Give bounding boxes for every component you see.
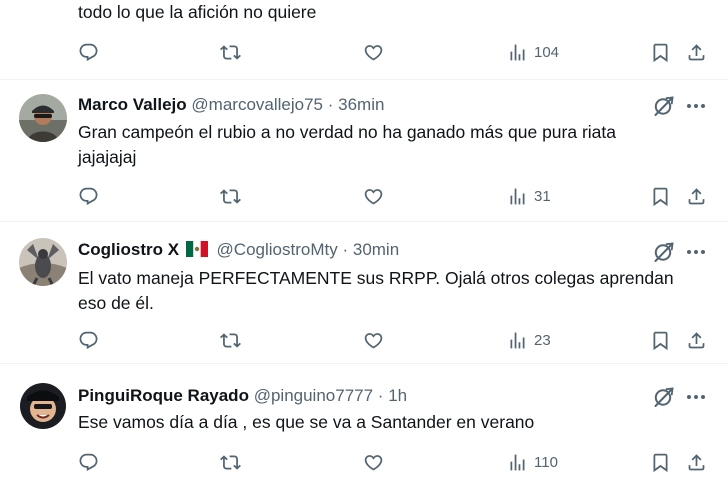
reply-icon — [78, 452, 99, 473]
more-icon — [684, 385, 708, 409]
bookmark-button[interactable] — [650, 328, 671, 352]
timeline: todo lo que la afición no quiere 104 Mar… — [0, 0, 728, 488]
views-button[interactable]: 31 — [507, 184, 551, 208]
author-name[interactable]: Marco Vallejo — [78, 95, 187, 114]
share-button[interactable] — [686, 184, 707, 208]
share-button[interactable] — [686, 328, 707, 352]
more-icon — [684, 240, 708, 264]
retweet-button[interactable] — [220, 450, 241, 474]
author-name[interactable]: Cogliostro X — [78, 240, 179, 259]
more-icon — [684, 94, 708, 118]
avatar[interactable] — [19, 94, 67, 142]
retweet-button[interactable] — [220, 184, 241, 208]
tweet-header: Cogliostro X @CogliostroMty · 30min — [78, 238, 644, 262]
avatar[interactable] — [19, 382, 67, 430]
author-handle[interactable]: @marcovallejo75 — [191, 95, 323, 114]
reply-icon — [78, 42, 99, 63]
author-handle[interactable]: @pinguino7777 — [254, 386, 373, 405]
bookmark-icon — [650, 330, 671, 351]
retweet-icon — [220, 42, 241, 63]
share-icon — [686, 42, 707, 63]
like-icon — [363, 330, 384, 351]
mexico-flag-icon — [185, 240, 208, 262]
tweet-top[interactable]: todo lo que la afición no quiere 104 — [0, 0, 728, 80]
reply-button[interactable] — [78, 450, 99, 474]
tweet-actions: 31 — [0, 184, 728, 208]
views-icon — [507, 186, 528, 207]
like-button[interactable] — [363, 40, 384, 64]
share-button[interactable] — [686, 40, 707, 64]
bookmark-button[interactable] — [650, 40, 671, 64]
views-count: 110 — [534, 453, 558, 471]
tweet-header: PinguiRoque Rayado @pinguino7777 · 1h — [78, 384, 644, 408]
retweet-button[interactable] — [220, 328, 241, 352]
views-icon — [507, 452, 528, 473]
like-icon — [363, 42, 384, 63]
share-icon — [686, 330, 707, 351]
tweet-actions: 110 — [0, 450, 728, 474]
reply-button[interactable] — [78, 40, 99, 64]
separator: · — [377, 386, 384, 405]
bookmark-icon — [650, 42, 671, 63]
grok-icon — [652, 385, 676, 409]
more-button[interactable] — [684, 385, 708, 409]
like-button[interactable] — [363, 184, 384, 208]
grok-icon — [652, 94, 676, 118]
reply-icon — [78, 186, 99, 207]
reply-button[interactable] — [78, 184, 99, 208]
reply-icon — [78, 330, 99, 351]
tweet-header: Marco Vallejo @marcovallejo75 · 36min — [78, 93, 644, 117]
separator: · — [327, 95, 334, 114]
separator: · — [342, 240, 349, 259]
views-button[interactable]: 23 — [507, 328, 551, 352]
views-icon — [507, 330, 528, 351]
like-button[interactable] — [363, 328, 384, 352]
share-icon — [686, 186, 707, 207]
views-button[interactable]: 110 — [507, 450, 558, 474]
author-name[interactable]: PinguiRoque Rayado — [78, 386, 249, 405]
views-button[interactable]: 104 — [507, 40, 559, 64]
like-button[interactable] — [363, 450, 384, 474]
tweet[interactable]: PinguiRoque Rayado @pinguino7777 · 1h Es… — [0, 364, 728, 488]
retweet-icon — [220, 186, 241, 207]
tweet-text: todo lo que la afición no quiere — [78, 2, 317, 22]
grok-icon — [652, 240, 676, 264]
grok-button[interactable] — [652, 94, 676, 118]
tweet-text: El vato maneja PERFECTAMENTE sus RRPP. O… — [78, 268, 674, 313]
avatar[interactable] — [19, 238, 67, 286]
timestamp[interactable]: 36min — [338, 95, 384, 114]
retweet-button[interactable] — [220, 40, 241, 64]
bookmark-button[interactable] — [650, 184, 671, 208]
like-icon — [363, 452, 384, 473]
like-icon — [363, 186, 384, 207]
share-icon — [686, 452, 707, 473]
share-button[interactable] — [686, 450, 707, 474]
tweet-text: Ese vamos día a día , es que se va a San… — [78, 412, 535, 432]
bookmark-icon — [650, 452, 671, 473]
timestamp[interactable]: 1h — [388, 386, 407, 405]
more-button[interactable] — [684, 240, 708, 264]
views-count: 23 — [534, 331, 551, 349]
bookmark-icon — [650, 186, 671, 207]
tweet[interactable]: Cogliostro X @CogliostroMty · 30min El v… — [0, 222, 728, 364]
more-button[interactable] — [684, 94, 708, 118]
bookmark-button[interactable] — [650, 450, 671, 474]
grok-button[interactable] — [652, 240, 676, 264]
retweet-icon — [220, 330, 241, 351]
views-icon — [507, 42, 528, 63]
retweet-icon — [220, 452, 241, 473]
tweet-actions: 104 — [0, 40, 728, 64]
tweet-text: Gran campeón el rubio a no verdad no ha … — [78, 122, 616, 167]
views-count: 31 — [534, 187, 551, 205]
author-handle[interactable]: @CogliostroMty — [217, 240, 338, 259]
tweet-actions: 23 — [0, 328, 728, 352]
timestamp[interactable]: 30min — [353, 240, 399, 259]
grok-button[interactable] — [652, 385, 676, 409]
tweet[interactable]: Marco Vallejo @marcovallejo75 · 36min Gr… — [0, 80, 728, 222]
reply-button[interactable] — [78, 328, 99, 352]
views-count: 104 — [534, 43, 560, 61]
